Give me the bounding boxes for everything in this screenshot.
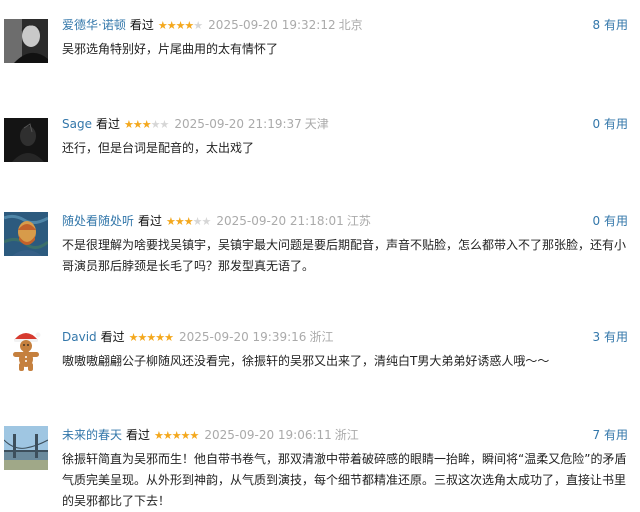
rating-stars: ★★★★★ — [157, 19, 203, 33]
username-link[interactable]: 爱德华·诺顿 — [62, 18, 126, 32]
dark-silhouette-icon — [4, 118, 48, 162]
rating-stars: ★★★★★ — [154, 429, 199, 443]
comment-text: 嗷嗷嗷翩翩公子柳随风还没看完，徐振轩的吴邪又出来了，清纯白T男大弟弟好诱惑人哦～… — [62, 354, 550, 368]
comment-time: 2025-09-20 19:06:11 — [204, 428, 332, 442]
comment-text: 吴邪选角特别好，片尾曲用的太有情怀了 — [62, 42, 279, 56]
comment-meta: David 看过 ★★★★★ 2025-09-20 19:39:16 浙江 — [62, 330, 333, 345]
comment-location: 江苏 — [346, 214, 371, 228]
comment-location: 北京 — [338, 18, 363, 32]
comment-meta: 未来的春天 看过 ★★★★★ 2025-09-20 19:06:11 浙江 — [62, 428, 359, 443]
useful-vote-link[interactable]: 8 有用 — [593, 18, 628, 32]
comment-meta: Sage 看过 ★★★★★ 2025-09-20 21:19:37 天津 — [62, 117, 329, 132]
username-link[interactable]: 随处看随处听 — [62, 214, 134, 228]
comment-meta: 随处看随处听 看过 ★★★★★ 2025-09-20 21:18:01 江苏 — [62, 214, 371, 229]
watched-label: 看过 — [95, 117, 120, 131]
man-portrait-dark-icon — [4, 19, 48, 63]
star-empty-icon: ★ — [193, 19, 203, 32]
rating-stars: ★★★★★ — [124, 118, 170, 132]
comment-location: 浙江 — [334, 428, 359, 442]
watched-label: 看过 — [126, 428, 151, 442]
username-link[interactable]: 未来的春天 — [62, 428, 122, 442]
star-empty-icon: ★★ — [192, 215, 212, 228]
comment-time: 2025-09-20 19:39:16 — [178, 330, 307, 344]
avatar[interactable] — [4, 327, 48, 371]
comment-location: 天津 — [304, 117, 329, 131]
avatar[interactable] — [4, 212, 48, 256]
comment-time: 2025-09-20 21:19:37 — [174, 117, 302, 131]
comment-time: 2025-09-20 21:18:01 — [216, 214, 344, 228]
star-icon: ★★★★★ — [128, 331, 174, 344]
avatar[interactable] — [4, 19, 48, 63]
useful-vote-link[interactable]: 0 有用 — [593, 214, 628, 228]
useful-vote-link[interactable]: 7 有用 — [593, 428, 628, 442]
comment-location: 浙江 — [309, 330, 334, 344]
watched-label: 看过 — [138, 214, 163, 228]
van-gogh-painting-icon — [4, 212, 48, 256]
star-icon: ★★★ — [124, 118, 152, 131]
star-icon: ★★★★★ — [154, 429, 199, 442]
comment-text: 不是很理解为啥要找吴镇宇，吴镇宇最大问题是要后期配音，声音不贴脸，怎么都带入不了… — [62, 238, 627, 273]
avatar[interactable] — [4, 118, 48, 162]
star-empty-icon: ★★ — [150, 118, 170, 131]
useful-vote-link[interactable]: 3 有用 — [593, 330, 628, 344]
avatar[interactable] — [4, 426, 48, 470]
gingerbread-man-icon — [4, 327, 48, 371]
comment-time: 2025-09-20 19:32:12 — [208, 18, 336, 32]
comment-meta: 爱德华·诺顿 看过 ★★★★★ 2025-09-20 19:32:12 北京 — [62, 18, 363, 33]
rating-stars: ★★★★★ — [166, 215, 212, 229]
watched-label: 看过 — [129, 18, 154, 32]
username-link[interactable]: David — [62, 330, 97, 344]
bridge-landscape-icon — [4, 426, 48, 470]
comment-text: 徐振轩简直为吴邪而生！他自带书卷气，那双清澈中带着破碎感的眼睛一抬眸，瞬间将“温… — [62, 452, 627, 508]
comment-text: 还行，但是台词是配音的，太出戏了 — [62, 141, 255, 155]
username-link[interactable]: Sage — [62, 117, 92, 131]
watched-label: 看过 — [100, 330, 125, 344]
star-icon: ★★★★ — [157, 19, 194, 32]
star-icon: ★★★ — [166, 215, 194, 228]
rating-stars: ★★★★★ — [128, 331, 174, 345]
useful-vote-link[interactable]: 0 有用 — [593, 117, 628, 131]
